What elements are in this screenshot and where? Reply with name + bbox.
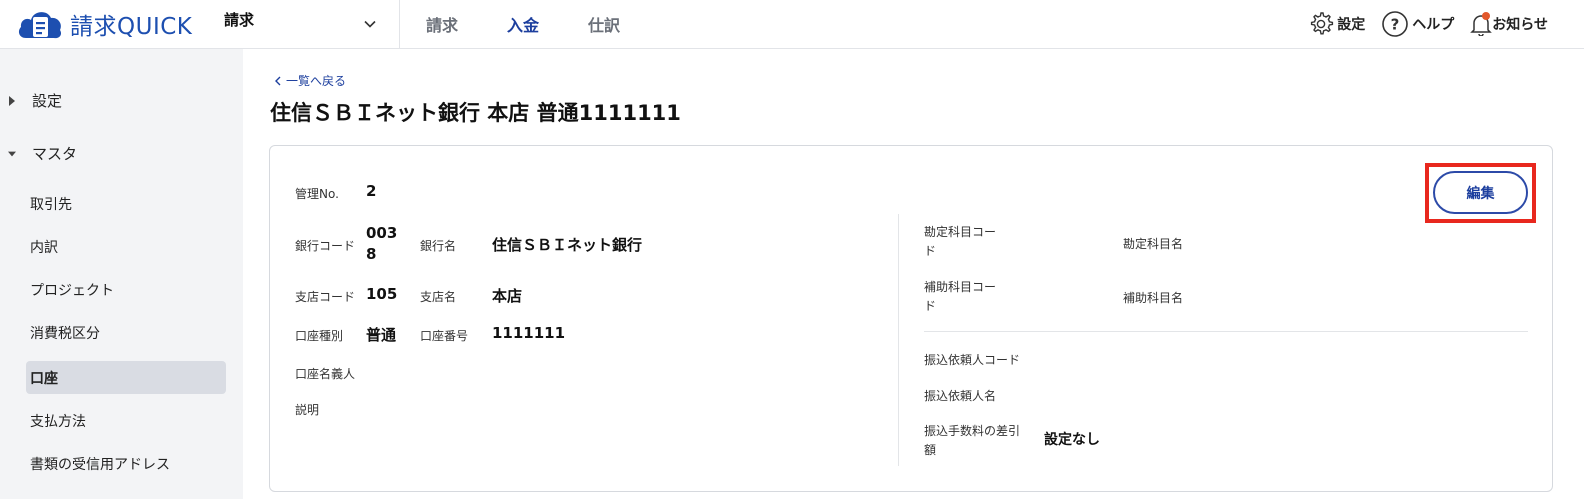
nav-journal[interactable]: 仕訳 [588,12,620,36]
account-holder-label: 口座名義人 [295,367,356,381]
notifications-label: お知らせ [1492,17,1548,33]
chevron-left-icon [275,76,281,85]
notifications-link[interactable]: お知らせ [1470,12,1548,37]
bank-code-value-line2: 8 [366,245,377,263]
svg-text:?: ? [1391,16,1400,34]
transfer-requester-code-label: 振込依頼人コード [924,353,1021,367]
sidebar-item-payment-methods[interactable]: 支払方法 [26,404,226,437]
bank-name-value: 住信ＳＢＩネット銀行 [492,236,643,254]
app-logo[interactable]: 請求QUICK [16,4,192,44]
edit-button[interactable]: 編集 [1433,171,1528,214]
transfer-fee-value: 設定なし [1044,432,1100,448]
management-no-label: 管理No. [295,187,339,201]
sidebar-item-tax-category[interactable]: 消費税区分 [26,316,226,349]
branch-code-label: 支店コード [295,290,356,304]
settings-label: 設定 [1337,17,1366,33]
sidebar-item-clients[interactable]: 取引先 [26,187,226,220]
main-nav: 請求 入金 仕訳 [426,0,669,48]
help-icon: ? [1382,11,1409,37]
description-label: 説明 [295,403,320,417]
sidebar-item-projects[interactable]: プロジェクト [26,273,226,306]
bank-code-label: 銀行コード [295,239,356,253]
sidebar-group-label: 設定 [32,92,63,110]
account-type-label: 口座種別 [295,329,344,343]
gear-icon [1311,12,1334,35]
section-divider [924,331,1528,332]
back-link-label: 一覧へ戻る [286,74,347,88]
account-type-value: 普通 [366,326,397,344]
sidebar-item-accounts[interactable]: 口座 [26,361,226,394]
column-divider [898,214,899,466]
account-title-name-label: 勘定科目名 [1123,237,1184,251]
branch-name-value: 本店 [492,287,523,305]
page-title: 住信ＳＢＩネット銀行 本店 普通1111111 [270,101,681,125]
app-switcher-dropdown[interactable]: 請求 [224,0,400,48]
logo-cloud-icon [18,12,62,39]
sub-account-code-label-line1: 補助科目コー [924,280,997,294]
sidebar: 設定 マスタ 取引先 内訳 プロジェクト 消費税区分 口座 支払方法 書類の受信… [0,49,243,499]
account-title-code-label-line2: ド [924,244,937,258]
branch-code-value: 105 [366,285,398,303]
management-no-value: 2 [366,182,377,200]
branch-name-label: 支店名 [420,290,457,304]
logo-text: 請求QUICK [70,14,193,40]
sidebar-group-master[interactable]: マスタ [8,143,77,164]
transfer-fee-label-line2: 額 [924,443,937,457]
sidebar-group-label: マスタ [32,145,78,163]
bank-name-label: 銀行名 [420,239,457,253]
transfer-requester-name-label: 振込依頼人名 [924,389,997,403]
help-label: ヘルプ [1412,17,1455,33]
nav-invoice[interactable]: 請求 [426,12,458,36]
header-tools: 設定 ? ヘルプ お知らせ [1292,0,1548,48]
sidebar-item-breakdown[interactable]: 内訳 [26,230,226,263]
bell-icon [1470,12,1493,37]
account-title-code-label-line1: 勘定科目コー [924,225,997,239]
bank-code-value-line1: 003 [366,224,398,242]
sub-account-code-label-line2: ド [924,299,937,313]
settings-link[interactable]: 設定 [1308,11,1365,37]
sidebar-group-settings[interactable]: 設定 [8,90,62,111]
help-link[interactable]: ? ヘルプ [1381,10,1454,38]
account-number-label: 口座番号 [420,329,469,343]
chevron-down-icon [364,20,376,28]
account-number-value: 1111111 [492,324,566,342]
top-header: 請求QUICK 請求 請求 入金 仕訳 設定 ? ヘルプ お知らせ [0,0,1584,49]
caret-right-icon [9,95,15,106]
sub-account-name-label: 補助科目名 [1123,291,1184,305]
sidebar-item-document-address[interactable]: 書類の受信用アドレス [26,447,226,480]
account-detail-card [269,145,1553,492]
caret-down-icon [8,151,16,156]
transfer-fee-label-line1: 振込手数料の差引 [924,424,1021,438]
back-to-list-link[interactable]: 一覧へ戻る [272,72,346,89]
nav-payment-received[interactable]: 入金 [507,12,539,36]
app-switcher-label: 請求 [224,10,255,29]
